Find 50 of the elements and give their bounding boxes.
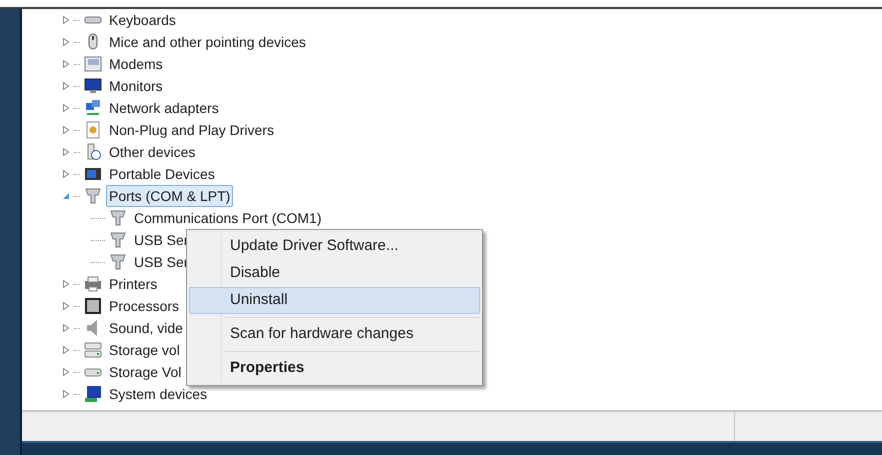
collapse-arrow-icon[interactable] [62,192,70,200]
network-icon [84,99,102,117]
modem-icon [84,55,102,73]
expand-arrow-icon[interactable] [62,324,70,332]
expand-arrow-icon[interactable] [62,368,70,376]
port-icon [109,209,127,227]
tree-item-label[interactable]: Keyboards [106,9,179,31]
expand-arrow-icon[interactable] [62,390,70,398]
tree-item-label[interactable]: System devices [106,383,210,405]
tree-item-label[interactable]: Portable Devices [106,163,218,185]
chip-icon [84,297,102,315]
tree-item-label[interactable]: Sound, vide [106,317,186,339]
menu-item[interactable]: Disable [189,260,480,287]
tree-item-label[interactable]: Monitors [106,75,166,97]
expand-arrow-icon[interactable] [62,346,70,354]
tree-item-label[interactable]: Non-Plug and Play Drivers [106,119,277,141]
tree-item-label[interactable]: Communications Port (COM1) [131,207,324,229]
monitor-icon [84,77,102,95]
tree-item-label[interactable]: Modems [106,53,166,75]
tree-item-label[interactable]: Storage vol [106,339,183,361]
port-icon [109,231,127,249]
menu-item[interactable]: Update Driver Software... [189,233,480,260]
tree-item-label[interactable]: Ports (COM & LPT) [106,185,234,207]
expand-arrow-icon[interactable] [62,38,70,46]
expand-arrow-icon[interactable] [62,126,70,134]
expand-arrow-icon[interactable] [62,302,70,310]
expand-arrow-icon[interactable] [62,170,70,178]
expand-arrow-icon[interactable] [62,104,70,112]
expand-arrow-icon[interactable] [62,280,70,288]
expand-arrow-icon[interactable] [62,82,70,90]
menu-item[interactable]: Uninstall [189,287,480,314]
storage-icon [84,341,102,359]
device-icon [84,165,102,183]
computer-icon [84,385,102,403]
menu-item[interactable]: Properties [189,355,480,382]
keyboard-icon [84,16,102,24]
tree-item-label[interactable]: Network adapters [106,97,222,119]
drive-icon [84,368,102,376]
tree-item-label[interactable]: Printers [106,273,160,295]
port-icon [109,253,127,271]
tree-item-label[interactable]: Mice and other pointing devices [106,31,309,53]
tree-item-label[interactable]: Other devices [106,141,198,163]
tree-item-label[interactable]: Processors [106,295,182,317]
expand-arrow-icon[interactable] [62,60,70,68]
tree-item-label[interactable]: Storage Vol [106,361,184,383]
menu-item[interactable]: Scan for hardware changes [189,321,480,348]
printer-icon [84,275,102,293]
port-icon [84,187,102,205]
expand-arrow-icon[interactable] [62,16,70,24]
expand-arrow-icon[interactable] [62,148,70,156]
